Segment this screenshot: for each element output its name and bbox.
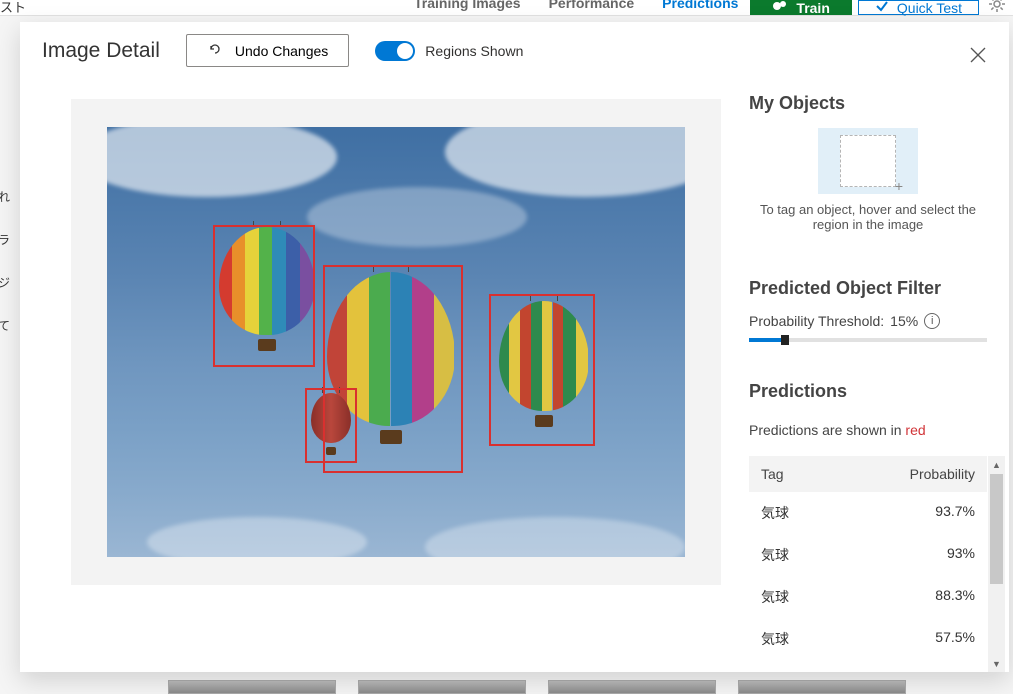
- predictions-subtitle: Predictions are shown in red: [749, 422, 1005, 438]
- bg-sidebar-fragment: れ ラ ジ て: [0, 58, 18, 694]
- predictions-sub-prefix: Predictions are shown in: [749, 422, 905, 438]
- train-gears-icon: [772, 0, 788, 16]
- slider-fill: [749, 338, 785, 342]
- detection-box[interactable]: [489, 294, 595, 446]
- cloud: [307, 187, 527, 247]
- slider-thumb[interactable]: [781, 335, 789, 345]
- predictions-table-wrap: Tag Probability 気球93.7%気球93%気球88.3%気球57.…: [749, 456, 1005, 672]
- quick-test-button[interactable]: Quick Test: [858, 0, 979, 15]
- toggle-knob: [397, 43, 413, 59]
- undo-changes-button[interactable]: Undo Changes: [186, 34, 349, 67]
- image-detail-modal: Image Detail Undo Changes Regions Shown: [20, 22, 1009, 672]
- predicted-filter-title: Predicted Object Filter: [749, 278, 987, 299]
- regions-toggle-wrap: Regions Shown: [375, 41, 523, 61]
- train-label: Train: [796, 0, 829, 16]
- cloud: [147, 517, 367, 557]
- predictions-table-head: Tag Probability: [749, 456, 987, 492]
- predictions-title: Predictions: [749, 381, 1005, 402]
- prediction-tag: 気球: [761, 629, 935, 649]
- info-icon[interactable]: i: [924, 313, 940, 329]
- bg-thumb: [548, 680, 716, 694]
- cloud: [107, 127, 337, 197]
- bg-thumb: [358, 680, 526, 694]
- my-objects-title: My Objects: [749, 93, 987, 114]
- bg-side-label: れ: [0, 188, 16, 205]
- regions-toggle[interactable]: [375, 41, 415, 61]
- scroll-thumb[interactable]: [990, 474, 1003, 584]
- scroll-down-icon[interactable]: ▼: [988, 655, 1005, 672]
- col-prob-header: Probability: [910, 466, 975, 482]
- predicted-filter-section: Predicted Object Filter Probability Thre…: [749, 278, 1009, 345]
- bg-thumb: [168, 680, 336, 694]
- region-placeholder-box: +: [840, 135, 896, 187]
- nav-predictions[interactable]: Predictions: [662, 0, 738, 15]
- prediction-tag: 気球: [761, 545, 947, 565]
- close-icon[interactable]: [969, 46, 987, 67]
- region-placeholder[interactable]: +: [818, 128, 918, 194]
- predictions-sub-red: red: [905, 422, 925, 438]
- predictions-section: Predictions Predictions are shown in red…: [749, 381, 1009, 672]
- cloud: [425, 517, 685, 557]
- cloud: [445, 127, 685, 197]
- prediction-tag: 気球: [761, 503, 935, 523]
- bg-thumb: [738, 680, 906, 694]
- image-pane: [20, 85, 749, 672]
- train-button[interactable]: Train: [750, 0, 851, 15]
- predictions-table: Tag Probability 気球93.7%気球93%気球88.3%気球57.…: [749, 456, 987, 660]
- tag-hint: To tag an object, hover and select the r…: [749, 202, 987, 232]
- prediction-prob: 88.3%: [935, 587, 975, 607]
- detection-box[interactable]: [305, 388, 357, 463]
- nav-performance[interactable]: Performance: [549, 0, 635, 15]
- modal-title: Image Detail: [42, 39, 160, 63]
- prediction-image[interactable]: [107, 127, 685, 557]
- prediction-prob: 93%: [947, 545, 975, 565]
- my-objects-section: My Objects + To tag an object, hover and…: [749, 93, 1009, 232]
- vertical-scrollbar[interactable]: ▲ ▼: [988, 456, 1005, 672]
- image-frame: [71, 99, 721, 585]
- prediction-row[interactable]: 気球57.5%: [749, 618, 987, 660]
- threshold-value: 15%: [890, 313, 918, 329]
- prediction-row[interactable]: 気球93%: [749, 534, 987, 576]
- undo-icon: [207, 41, 223, 60]
- prediction-prob: 57.5%: [935, 629, 975, 649]
- modal-header: Image Detail Undo Changes Regions Shown: [20, 22, 1009, 85]
- top-nav: Training Images Performance Predictions: [414, 0, 738, 15]
- col-tag-header: Tag: [761, 466, 910, 482]
- threshold-slider[interactable]: [749, 335, 987, 345]
- bg-side-label: ジ: [0, 274, 16, 291]
- side-panel: My Objects + To tag an object, hover and…: [749, 85, 1009, 672]
- prediction-row[interactable]: 気球88.3%: [749, 576, 987, 618]
- modal-body: My Objects + To tag an object, hover and…: [20, 85, 1009, 672]
- undo-label: Undo Changes: [235, 43, 328, 59]
- detection-box[interactable]: [213, 225, 315, 367]
- quick-test-label: Quick Test: [897, 0, 962, 16]
- prediction-row[interactable]: 気球93.7%: [749, 492, 987, 534]
- scroll-up-icon[interactable]: ▲: [988, 456, 1005, 473]
- regions-toggle-label: Regions Shown: [425, 43, 523, 59]
- app-topbar: スト Training Images Performance Predictio…: [0, 0, 1013, 16]
- threshold-label: Probability Threshold:: [749, 313, 884, 329]
- plus-icon: +: [895, 178, 903, 194]
- prediction-prob: 93.7%: [935, 503, 975, 523]
- settings-gear-icon[interactable]: [989, 0, 1005, 15]
- app-name-fragment: スト: [0, 0, 26, 16]
- bg-side-label: て: [0, 317, 16, 334]
- nav-training-images[interactable]: Training Images: [414, 0, 521, 15]
- bg-thumbnail-strip: [168, 680, 906, 694]
- quick-test-check-icon: [875, 0, 889, 16]
- bg-side-label: ラ: [0, 231, 16, 248]
- prediction-tag: 気球: [761, 587, 935, 607]
